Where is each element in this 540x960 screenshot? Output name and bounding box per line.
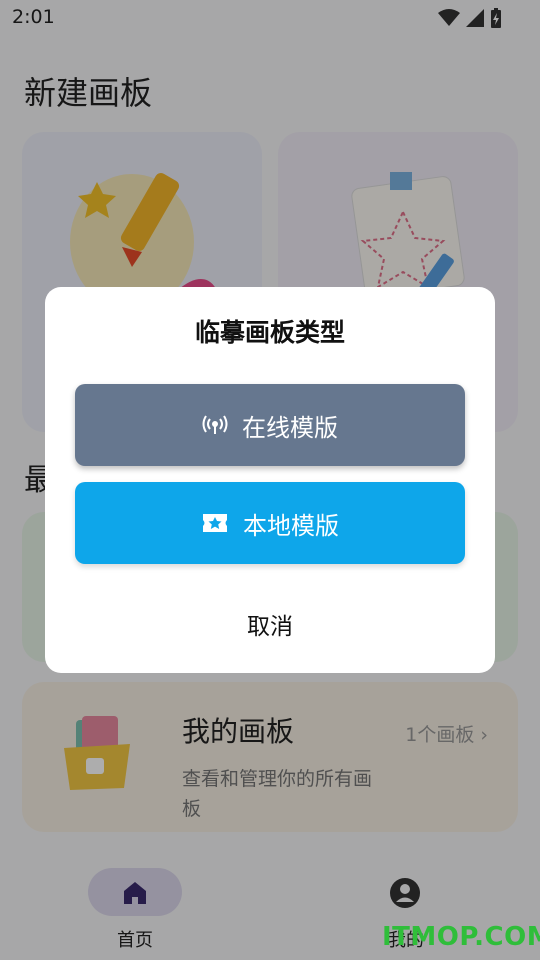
watermark-logo: ITMOP.COM	[382, 922, 540, 952]
ticket-star-icon	[203, 514, 227, 532]
online-template-button[interactable]: 在线模版	[75, 384, 465, 466]
template-type-dialog: 临摹画板类型 在线模版 本地模版 取消	[45, 287, 495, 673]
broadcast-icon	[202, 415, 228, 434]
local-template-label: 本地模版	[243, 511, 339, 540]
online-template-label: 在线模版	[242, 413, 338, 442]
cancel-button[interactable]: 取消	[45, 607, 495, 641]
dialog-title: 临摹画板类型	[194, 318, 345, 347]
local-template-button[interactable]: 本地模版	[75, 482, 465, 564]
